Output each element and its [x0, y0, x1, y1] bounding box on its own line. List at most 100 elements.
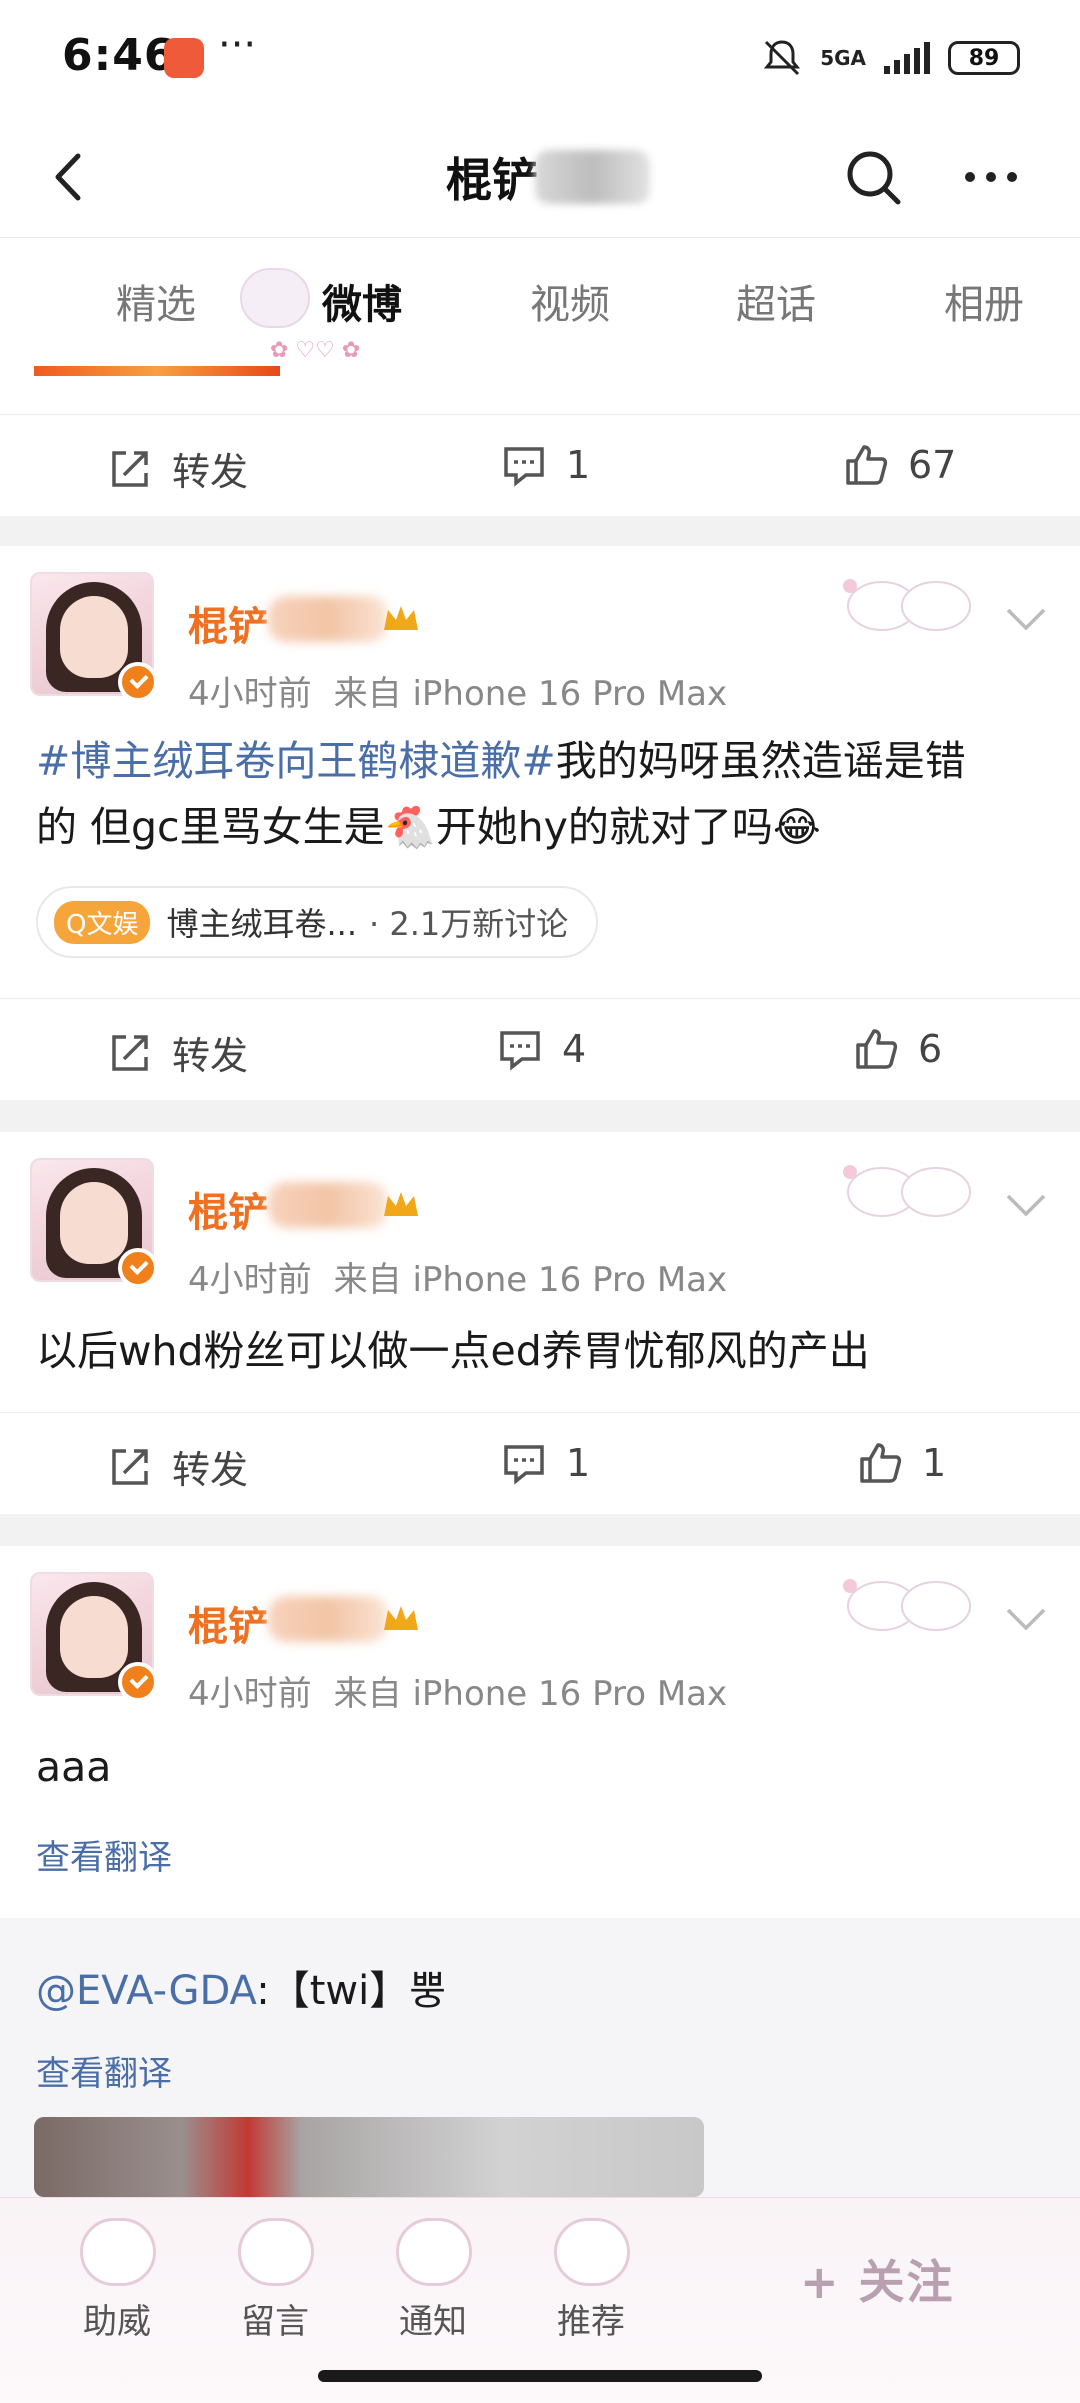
post-text: aaa: [36, 1743, 112, 1791]
comment-button[interactable]: 1: [500, 441, 590, 489]
title-blur: [535, 150, 650, 204]
tab-weibo[interactable]: 微博: [322, 272, 402, 330]
post-meta: 4小时前 来自 iPhone 16 Pro Max: [188, 1252, 749, 1301]
topic-pill[interactable]: Q文娱 博主绒耳卷... · 2.1万新讨论: [36, 886, 599, 958]
hashtag-link[interactable]: #博主绒耳卷向王鹤棣道歉#: [36, 737, 556, 785]
post-source: 来自 iPhone 16 Pro Max: [333, 674, 728, 714]
username-blur: [268, 1182, 388, 1228]
cheer-label: 助威: [83, 2302, 151, 2342]
tab-video[interactable]: 视频: [530, 272, 610, 330]
message-label: 留言: [241, 2302, 309, 2342]
notify-button[interactable]: 通知: [358, 2198, 508, 2348]
like-icon: [856, 1029, 898, 1069]
chevron-down-icon[interactable]: [1004, 1604, 1048, 1634]
username-blur: [268, 1596, 388, 1642]
like-button[interactable]: 67: [842, 441, 956, 489]
bow-decoration-icon: ✿ ♡♡ ✿: [270, 338, 361, 363]
topic-stats: · 2.1万新讨论: [369, 905, 569, 943]
repost-translate-link[interactable]: 查看翻译: [36, 2046, 172, 2095]
chevron-down-icon[interactable]: [1004, 604, 1048, 634]
more-notifications-icon: ···: [218, 22, 257, 68]
search-icon[interactable]: [838, 142, 908, 212]
like-button[interactable]: 1: [856, 1439, 946, 1487]
cat-decoration-icon: [843, 1579, 971, 1631]
repost-button[interactable]: 转发: [106, 441, 248, 496]
repost-text: @EVA-GDA:【twi】뿡: [36, 1968, 447, 2014]
cat-decoration-icon: [843, 579, 971, 631]
mention-link[interactable]: @EVA-GDA: [36, 1968, 256, 2014]
like-count: 6: [918, 1027, 943, 1071]
recommend-icon: [554, 2218, 630, 2286]
message-button[interactable]: 留言: [200, 2198, 350, 2348]
repost-image[interactable]: [34, 2117, 704, 2197]
recommend-button[interactable]: 推荐: [516, 2198, 666, 2348]
comment-button[interactable]: 1: [500, 1439, 590, 1487]
post-card: 棍铲 4小时前 来自 iPhone 16 Pro Max aaa 查看翻译 @EV…: [0, 1546, 1080, 2197]
post-time: 4小时前: [188, 674, 312, 714]
topic-badge: Q文娱: [54, 900, 151, 944]
action-row: 转发 1 1: [0, 1412, 1080, 1512]
topic-name: 博主绒耳卷...: [166, 905, 357, 943]
follow-button[interactable]: + 关注: [800, 2246, 955, 2312]
nav-bar: 棍铲: [0, 120, 1080, 238]
post-source: 来自 iPhone 16 Pro Max: [333, 1260, 728, 1300]
post-meta: 4小时前 来自 iPhone 16 Pro Max: [188, 1666, 749, 1715]
repost-icon: [112, 1034, 148, 1071]
comment-count: 1: [566, 443, 591, 487]
post-text: 以后whd粉丝可以做一点ed养胃忧郁风的产出: [36, 1327, 870, 1375]
cat-decoration-icon: [843, 1165, 971, 1217]
crown-icon: [384, 606, 418, 630]
repost-icon: [112, 450, 148, 487]
post-text: #博主绒耳卷向王鹤棣道歉#我的妈呀虽然造谣是错 的 但gc里骂女生是🐔开她hy的…: [36, 737, 966, 851]
battery-icon: 89: [948, 41, 1020, 75]
username[interactable]: 棍铲: [188, 1594, 268, 1652]
status-time: 6:46: [62, 30, 176, 81]
notify-label: 通知: [399, 2302, 467, 2342]
verified-badge-icon: [118, 1248, 158, 1288]
tab-album[interactable]: 相册: [944, 272, 1024, 330]
more-icon[interactable]: [956, 142, 1026, 212]
comment-icon: [504, 1445, 544, 1485]
chevron-down-icon[interactable]: [1004, 1190, 1048, 1220]
username[interactable]: 棍铲: [188, 594, 268, 652]
like-icon: [846, 445, 888, 485]
username[interactable]: 棍铲: [188, 1180, 268, 1238]
mute-icon: [764, 40, 801, 76]
post-source: 来自 iPhone 16 Pro Max: [333, 1674, 728, 1714]
prev-post-image: [34, 366, 280, 376]
repost-button[interactable]: 转发: [106, 1025, 248, 1080]
comment-count: 1: [566, 1441, 591, 1485]
signal-icon: [884, 42, 930, 74]
verified-badge-icon: [118, 662, 158, 702]
cheer-button[interactable]: 助威: [42, 2198, 192, 2348]
repost-label: 转发: [172, 1448, 249, 1492]
post-meta: 4小时前 来自 iPhone 16 Pro Max: [188, 666, 749, 715]
cheer-icon: [80, 2218, 156, 2286]
message-icon: [238, 2218, 314, 2286]
post-time: 4小时前: [188, 1260, 312, 1300]
repost-button[interactable]: 转发: [106, 1439, 248, 1494]
back-icon[interactable]: [36, 142, 106, 212]
status-right: 5GA 89: [760, 36, 1020, 80]
like-count: 67: [908, 443, 957, 487]
tab-featured[interactable]: 精选: [116, 272, 196, 330]
repost-icon: [112, 1448, 148, 1485]
home-indicator[interactable]: [318, 2370, 762, 2382]
comment-icon: [504, 447, 544, 487]
repost-box[interactable]: @EVA-GDA:【twi】뿡 查看翻译: [0, 1918, 1080, 2197]
like-count: 1: [922, 1441, 947, 1485]
repost-label: 转发: [172, 1034, 249, 1078]
app-notification-icon: [164, 38, 204, 78]
crown-icon: [384, 1606, 418, 1630]
action-row: 转发 4 6: [0, 998, 1080, 1098]
cloud-decoration-icon: [240, 268, 310, 328]
post-card: 棍铲 4小时前 来自 iPhone 16 Pro Max #博主绒耳卷向王鹤棣道歉…: [0, 546, 1080, 1100]
status-bar: 6:46 ··· 5GA 89: [0, 0, 1080, 120]
like-button[interactable]: 6: [852, 1025, 942, 1073]
comment-icon: [500, 1031, 540, 1071]
translate-link[interactable]: 查看翻译: [36, 1830, 172, 1879]
repost-label: 转发: [172, 450, 249, 494]
tab-super-topic[interactable]: 超话: [736, 272, 816, 330]
comment-button[interactable]: 4: [496, 1025, 586, 1073]
like-icon: [860, 1443, 902, 1483]
